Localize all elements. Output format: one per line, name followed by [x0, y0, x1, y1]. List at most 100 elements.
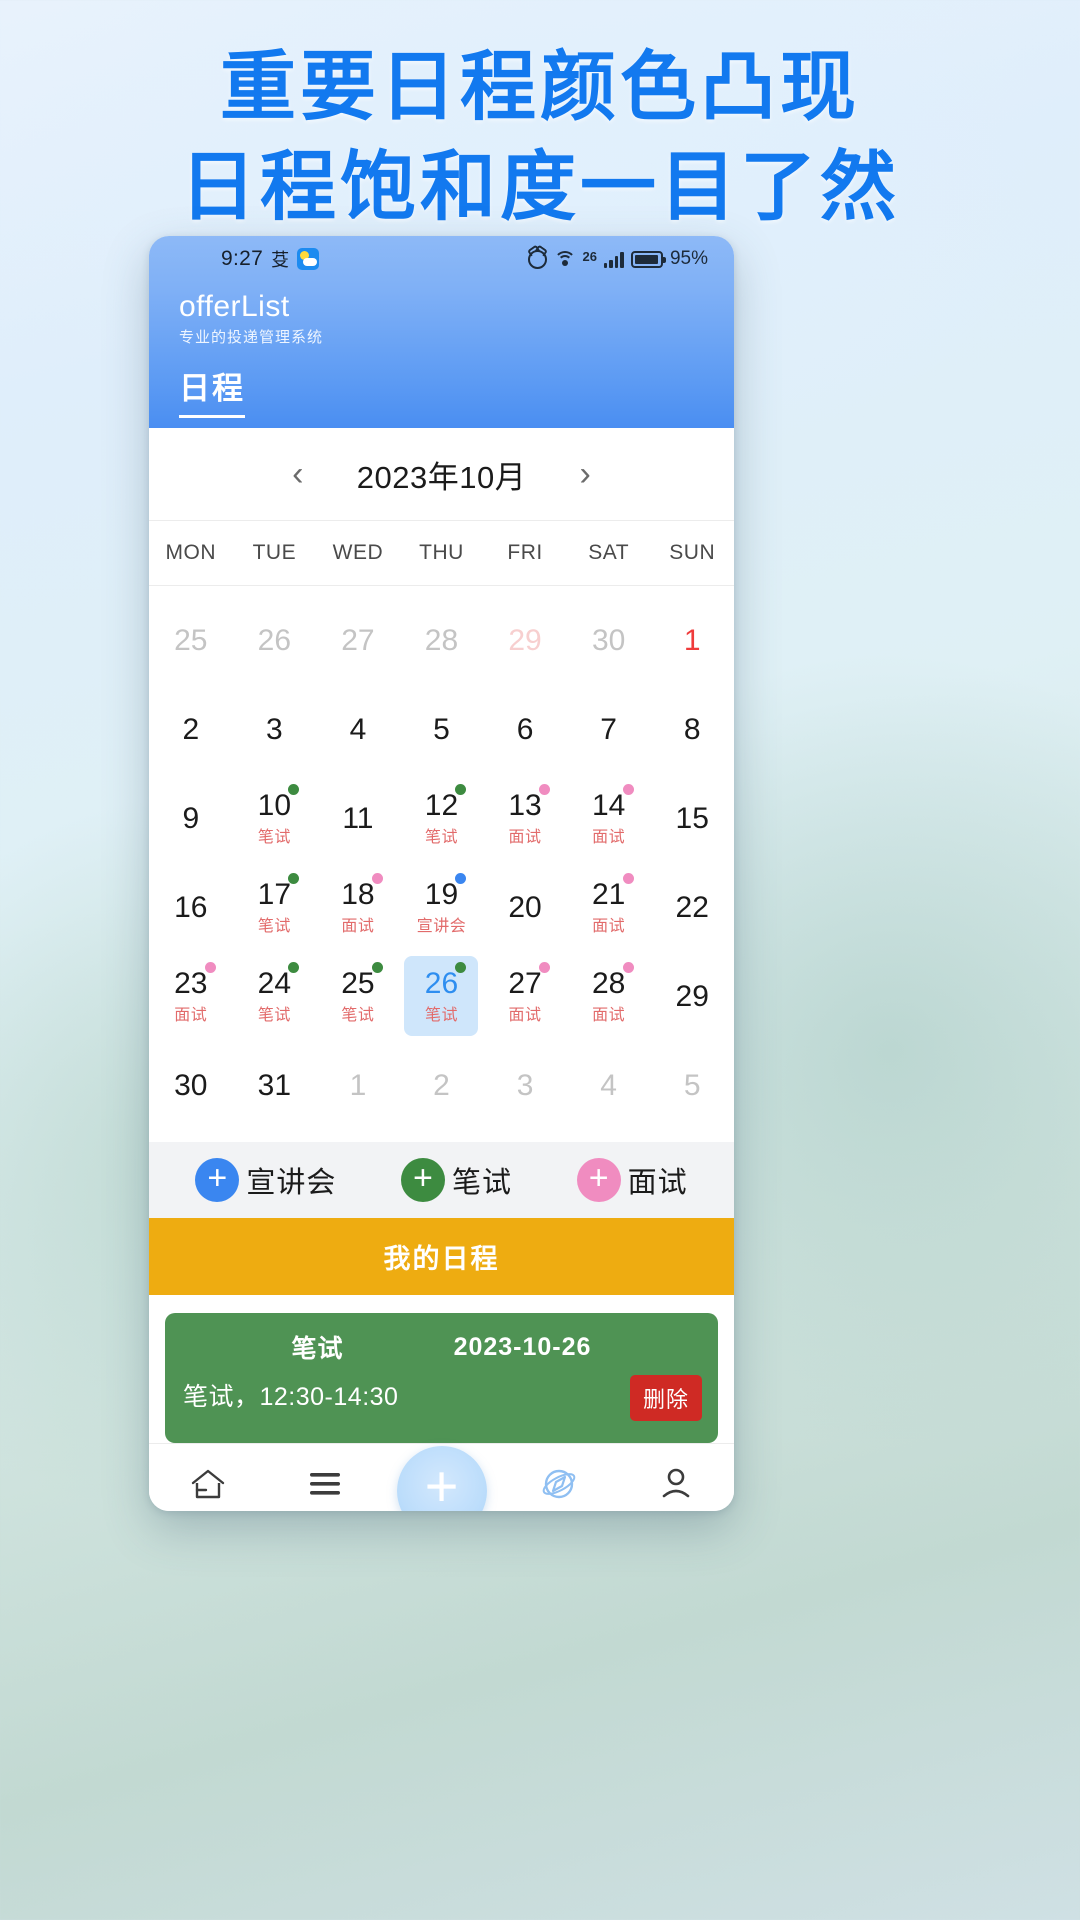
plus-icon[interactable]: + [576, 1158, 621, 1202]
calendar-day-cell[interactable]: 4 [316, 685, 400, 774]
calendar-day-number: 5 [433, 712, 450, 746]
calendar-day-cell[interactable]: 9 [149, 774, 233, 863]
promo-headline: 重要日程颜色凸现 日程饱和度一目了然 [0, 38, 1080, 239]
calendar-day-cell[interactable]: 28 面试 [567, 952, 651, 1041]
calendar-day-cell[interactable]: 27 [316, 596, 400, 685]
calendar-day-number: 29 [675, 979, 709, 1013]
calendar-day-cell[interactable]: 1 [316, 1041, 400, 1130]
calendar-weekday: SUN [669, 541, 716, 564]
calendar-day-event-label: 笔试 [257, 918, 291, 936]
calendar-day-number: 4 [349, 712, 367, 746]
promo-headline-line-1: 重要日程颜色凸现 [220, 45, 860, 130]
calendar-day-number: 3 [516, 1068, 534, 1102]
calendar-day-cell[interactable]: 30 [149, 1041, 233, 1130]
calendar-day-number: 5 [683, 1068, 701, 1102]
calendar-day-grid: 25 26 27 28 29 30 1 2 3 4 5 6 7 8 9 10 笔试 11 12 笔试 13 面试 14 面试 1… [149, 586, 734, 1136]
calendar-day-cell[interactable]: 15 [650, 774, 734, 863]
calendar-day-cell[interactable]: 24 笔试 [233, 952, 317, 1041]
calendar-day-event-label: 面试 [592, 1007, 626, 1025]
add-icon[interactable]: + [396, 1445, 487, 1511]
calendar-day-cell[interactable]: 2 [149, 685, 233, 774]
calendar-day-cell[interactable]: 27 面试 [483, 952, 567, 1041]
calendar-day-cell[interactable]: 3 [483, 1041, 567, 1130]
calendar-day-cell[interactable]: 5 [650, 1041, 734, 1130]
calendar-day-cell[interactable]: 12 笔试 [400, 774, 484, 863]
calendar-day-cell[interactable]: 28 [400, 596, 484, 685]
alarm-icon [527, 249, 547, 269]
tabbar-item-add[interactable]: + [383, 1445, 500, 1511]
legend-add-written-test[interactable]: + 笔试 [400, 1158, 512, 1202]
delete-button[interactable]: 删除 [629, 1375, 702, 1421]
calendar-day-cell[interactable]: 31 [233, 1041, 317, 1130]
calendar-day-event-label: 笔试 [341, 1007, 375, 1025]
prev-month-button[interactable]: ‹ [283, 457, 313, 491]
event-dot-icon [539, 784, 551, 795]
calendar-day-number: 2 [182, 712, 200, 746]
next-month-button[interactable]: › [570, 457, 600, 491]
event-dot-icon [455, 873, 467, 884]
calendar-day-cell[interactable]: 2 [400, 1041, 484, 1130]
event-dot-icon [622, 962, 634, 973]
calendar-day-cell[interactable]: 18 面试 [316, 863, 400, 952]
calendar-day-cell[interactable]: 13 面试 [483, 774, 567, 863]
calendar-day-cell[interactable]: 5 [400, 685, 484, 774]
plus-icon[interactable]: + [195, 1158, 240, 1202]
legend-add-interview[interactable]: + 面试 [576, 1158, 688, 1202]
calendar-day-cell[interactable]: 1 [650, 596, 734, 685]
tab-schedule[interactable]: 日程 [179, 363, 245, 418]
tabbar-item-discover[interactable]: 发现 [500, 1465, 617, 1512]
app-body: ‹ 2023年10月 › MON TUE WED THU FRI SAT SUN 25 26 2… [149, 428, 734, 1511]
calendar-day-cell[interactable]: 30 [567, 596, 651, 685]
calendar-weekday: TUE [252, 541, 297, 564]
event-dot-icon [371, 873, 383, 884]
calendar-day-cell[interactable]: 29 [650, 952, 734, 1041]
calendar-day-cell[interactable]: 10 笔试 [233, 774, 317, 863]
calendar-day-number: 18 [341, 877, 375, 911]
calendar-day-number: 3 [266, 712, 283, 746]
calendar-day-number: 2 [433, 1068, 450, 1102]
calendar-day-number: 29 [508, 623, 542, 657]
calendar-day-cell[interactable]: 6 [483, 685, 567, 774]
calendar-day-cell[interactable]: 3 [233, 685, 317, 774]
calendar-day-number: 14 [591, 788, 626, 822]
calendar-day-cell[interactable]: 26 [233, 596, 317, 685]
calendar-day-number: 13 [508, 788, 542, 822]
schedule-card-date: 2023-10-26 [453, 1332, 592, 1361]
tabbar-item-home[interactable]: 首页 [149, 1465, 266, 1512]
calendar-day-cell[interactable]: 25 [149, 596, 233, 685]
network-type-label: 26 [582, 249, 597, 264]
calendar-day-cell[interactable]: 11 [316, 774, 400, 863]
calendar-day-cell[interactable]: 29 [483, 596, 567, 685]
tabbar-label-home: 首页 [184, 1509, 230, 1512]
my-schedule-list: 笔试 2023-10-26 笔试，12:30-14:30 删除 [149, 1295, 734, 1443]
legend-add-presentation[interactable]: + 宣讲会 [195, 1158, 336, 1202]
calendar-day-cell[interactable]: 26 笔试 [400, 952, 484, 1041]
calendar-day-cell[interactable]: 7 [567, 685, 651, 774]
header-tabs: 日程 [149, 347, 734, 418]
calendar-day-cell[interactable]: 16 [149, 863, 233, 952]
calendar-day-cell[interactable]: 20 [483, 863, 567, 952]
calendar-day-cell[interactable]: 17 笔试 [233, 863, 317, 952]
schedule-card[interactable]: 笔试 2023-10-26 笔试，12:30-14:30 删除 [165, 1313, 718, 1443]
tabbar-item-list[interactable]: 列表 [266, 1465, 383, 1512]
plus-glyph: + [588, 1159, 609, 1197]
calendar-day-cell[interactable]: 4 [567, 1041, 651, 1130]
calendar-day-cell[interactable]: 21 面试 [567, 863, 651, 952]
calendar-day-number: 30 [591, 623, 626, 657]
calendar-day-cell[interactable]: 22 [650, 863, 734, 952]
event-dot-icon [288, 873, 300, 884]
tabbar-item-profile[interactable]: 我的 [617, 1465, 734, 1512]
calendar-day-cell[interactable]: 23 面试 [149, 952, 233, 1041]
event-type-legend: + 宣讲会 + 笔试 + 面试 [149, 1142, 734, 1218]
promo-headline-line-2: 日程饱和度一目了然 [180, 145, 900, 231]
status-bar-right: 26 95% [527, 248, 708, 270]
plus-icon[interactable]: + [400, 1158, 445, 1202]
calendar-day-cell[interactable]: 8 [650, 685, 734, 774]
calendar-day-cell[interactable]: 19 宣讲会 [400, 863, 484, 952]
calendar-day-number: 17 [257, 877, 292, 911]
calendar-day-cell[interactable]: 14 面试 [567, 774, 651, 863]
tabbar-label-discover: 发现 [535, 1509, 581, 1512]
list-icon [306, 1465, 344, 1503]
calendar-day-cell[interactable]: 25 笔试 [316, 952, 400, 1041]
calendar-day-event-label: 面试 [508, 829, 542, 847]
